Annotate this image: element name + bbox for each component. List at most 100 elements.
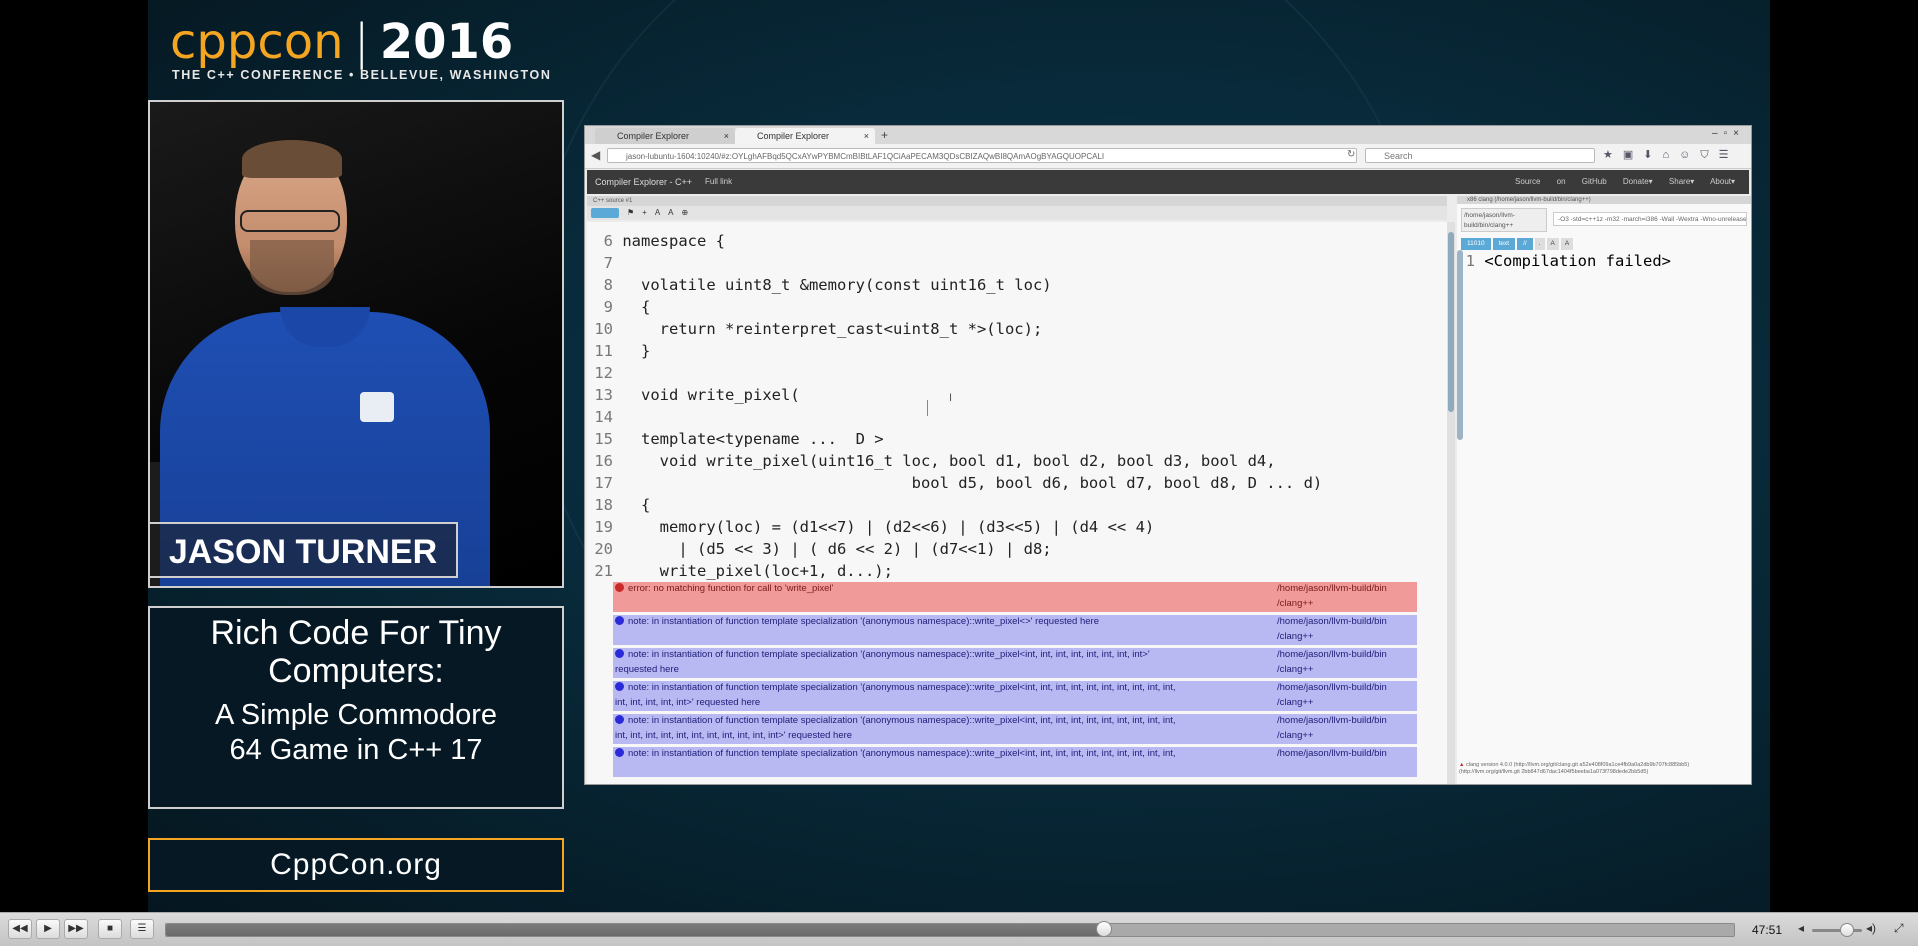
- compiler-output: 1 <Compilation failed>: [1465, 252, 1671, 270]
- info-icon: [615, 616, 624, 625]
- error-diagnostic[interactable]: error: no matching function for call to …: [613, 582, 1417, 612]
- output-pane-header[interactable]: x86 clang (/home/jason/llvm-build/bin/cl…: [1457, 196, 1751, 204]
- compiler-select[interactable]: /home/jason/llvm-build/bin/clang++: [1461, 208, 1547, 232]
- tab-compiler-explorer-2[interactable]: Compiler Explorer ×: [735, 128, 875, 144]
- diagnostic-path: /home/jason/llvm-build/bin: [1277, 616, 1387, 627]
- output-scrollbar[interactable]: [1457, 250, 1463, 440]
- line-number: 7: [603, 254, 613, 272]
- code-text: {: [622, 298, 651, 316]
- seek-bar[interactable]: [165, 921, 1735, 937]
- diagnostic-text: note: in instantiation of function templ…: [628, 649, 1150, 660]
- code-line: 17 bool d5, bool d6, bool d7, bool d8, D…: [587, 472, 1322, 494]
- diagnostic-text: note: in instantiation of function templ…: [628, 748, 1176, 759]
- website-label: CppCon.org: [148, 838, 564, 892]
- code-line: 6 namespace {: [587, 230, 725, 252]
- editor-tool-icons[interactable]: ⚑+AA⊕: [627, 206, 696, 220]
- play-button[interactable]: ▶: [36, 919, 60, 939]
- diagnostic-text-continued: int, int, int, int, int>' requested here: [615, 697, 761, 708]
- compilation-failed-text: <Compilation failed>: [1484, 252, 1671, 270]
- code-text: namespace {: [622, 232, 725, 250]
- toolbar-icons[interactable]: ★▣⬇⌂☺⛉☰: [1603, 148, 1738, 162]
- speaker-video: JASON TURNER: [148, 100, 564, 588]
- error-icon: [615, 583, 624, 592]
- line-number: 13: [594, 386, 613, 404]
- cppcast-logo-icon: [360, 392, 394, 422]
- time-display: 47:51: [1752, 923, 1783, 937]
- editor-scrollbar[interactable]: [1447, 222, 1455, 784]
- diagnostic-path-continued: /clang++: [1277, 598, 1314, 609]
- talk-title-box: Rich Code For Tiny Computers: A Simple C…: [148, 606, 564, 809]
- note-diagnostic[interactable]: note: in instantiation of function templ…: [613, 681, 1417, 711]
- code-line: 19 memory(loc) = (d1<<7) | (d2<<6) | (d3…: [587, 516, 1154, 538]
- note-diagnostic[interactable]: note: in instantiation of function templ…: [613, 714, 1417, 744]
- rewind-button[interactable]: ◀◀: [8, 919, 32, 939]
- compiler-version-status: ▲ clang version 4.0.0 (http://llvm.org/g…: [1459, 762, 1690, 775]
- ce-brand[interactable]: Compiler Explorer - C++: [595, 177, 692, 187]
- glasses-icon: [240, 210, 340, 232]
- volume-slider[interactable]: [1812, 923, 1862, 937]
- code-line: 13 void write_pixel(: [587, 384, 800, 406]
- code-text: {: [622, 496, 651, 514]
- code-line: 11 }: [587, 340, 650, 362]
- line-number: 8: [603, 276, 613, 294]
- reload-icon[interactable]: ↻: [1347, 149, 1355, 160]
- tab-bar: Compiler Explorer × Compiler Explorer × + …: [585, 126, 1751, 144]
- diagnostic-text-continued: [613, 598, 615, 609]
- seek-knob[interactable]: [1095, 921, 1112, 937]
- diagnostic-text: note: in instantiation of function templ…: [628, 715, 1176, 726]
- code-line: 16 void write_pixel(uint16_t loc, bool d…: [587, 450, 1276, 472]
- diagnostic-path: /home/jason/llvm-build/bin: [1277, 583, 1387, 594]
- info-icon: [615, 748, 624, 757]
- volume-knob[interactable]: [1840, 923, 1854, 937]
- line-number: 20: [594, 540, 613, 558]
- code-line: 15 template<typename ... D >: [587, 428, 883, 450]
- diagnostic-text: note: in instantiation of function templ…: [628, 682, 1176, 693]
- compiler-explorer-navbar: Compiler Explorer - C++ Full link Source…: [587, 170, 1749, 194]
- search-input[interactable]: Search: [1365, 148, 1595, 163]
- fast-forward-button[interactable]: ▶▶: [64, 919, 88, 939]
- code-text: void write_pixel(: [622, 386, 800, 404]
- save-button[interactable]: [591, 208, 619, 218]
- fullscreen-icon[interactable]: ⤢: [1894, 921, 1904, 936]
- line-number: 6: [603, 232, 613, 250]
- code-editor[interactable]: 6 namespace { 7 8 volatile uint8_t &memor…: [587, 222, 1447, 784]
- code-line: 8 volatile uint8_t &memory(const uint16_…: [587, 274, 1052, 296]
- code-line: 18 {: [587, 494, 650, 516]
- line-number: 18: [594, 496, 613, 514]
- volume-low-icon[interactable]: ◂: [1798, 921, 1804, 935]
- playlist-button[interactable]: ☰: [130, 919, 154, 939]
- conference-tagline: THE C++ CONFERENCE • BELLEVUE, WASHINGTO…: [172, 68, 552, 82]
- editor-toolbar: ⚑+AA⊕: [587, 206, 1447, 220]
- navigation-bar: ◀ jason-lubuntu-1604:10240/#z:OYLghAFBqd…: [585, 144, 1751, 169]
- note-diagnostic[interactable]: note: in instantiation of function templ…: [613, 615, 1417, 645]
- window-controls[interactable]: –▫×: [1712, 128, 1745, 139]
- note-diagnostic[interactable]: note: in instantiation of function templ…: [613, 747, 1417, 777]
- speaker-name: JASON TURNER: [150, 522, 458, 578]
- back-arrow-icon[interactable]: ◀: [591, 148, 600, 162]
- line-number: 19: [594, 518, 613, 536]
- code-text: write_pixel(loc+1, d...);: [622, 562, 893, 580]
- close-icon[interactable]: ×: [724, 128, 729, 144]
- new-tab-button[interactable]: +: [881, 128, 888, 142]
- nav-right-menu[interactable]: Source on GitHub Donate▾ Share▾ About▾: [1515, 177, 1735, 186]
- output-toolbar[interactable]: 11010 text//. A A: [1461, 238, 1621, 250]
- editor-pane-header[interactable]: C++ source #1: [587, 196, 1447, 206]
- url-field[interactable]: jason-lubuntu-1604:10240/#z:OYLghAFBqd5Q…: [607, 148, 1357, 163]
- line-number: 11: [594, 342, 613, 360]
- line-number: 10: [594, 320, 613, 338]
- line-number: 17: [594, 474, 613, 492]
- line-number: 16: [594, 452, 613, 470]
- code-text: void write_pixel(uint16_t loc, bool d1, …: [622, 452, 1276, 470]
- diagnostic-path-continued: /clang++: [1277, 631, 1314, 642]
- tab-compiler-explorer-1[interactable]: Compiler Explorer ×: [595, 128, 735, 144]
- code-text: | (d5 << 3) | ( d6 << 2) | (d7<<1) | d8;: [622, 540, 1052, 558]
- compiler-flags-input[interactable]: -O3 -std=c++1z -m32 -march=i386 -Wall -W…: [1553, 212, 1747, 226]
- full-link[interactable]: Full link: [705, 177, 732, 186]
- code-text: memory(loc) = (d1<<7) | (d2<<6) | (d3<<5…: [622, 518, 1155, 536]
- note-diagnostic[interactable]: note: in instantiation of function templ…: [613, 648, 1417, 678]
- volume-high-icon[interactable]: ◂): [1866, 921, 1876, 935]
- close-icon[interactable]: ×: [864, 128, 869, 144]
- info-icon: [615, 649, 624, 658]
- stop-button[interactable]: ■: [98, 919, 122, 939]
- line-number: 9: [603, 298, 613, 316]
